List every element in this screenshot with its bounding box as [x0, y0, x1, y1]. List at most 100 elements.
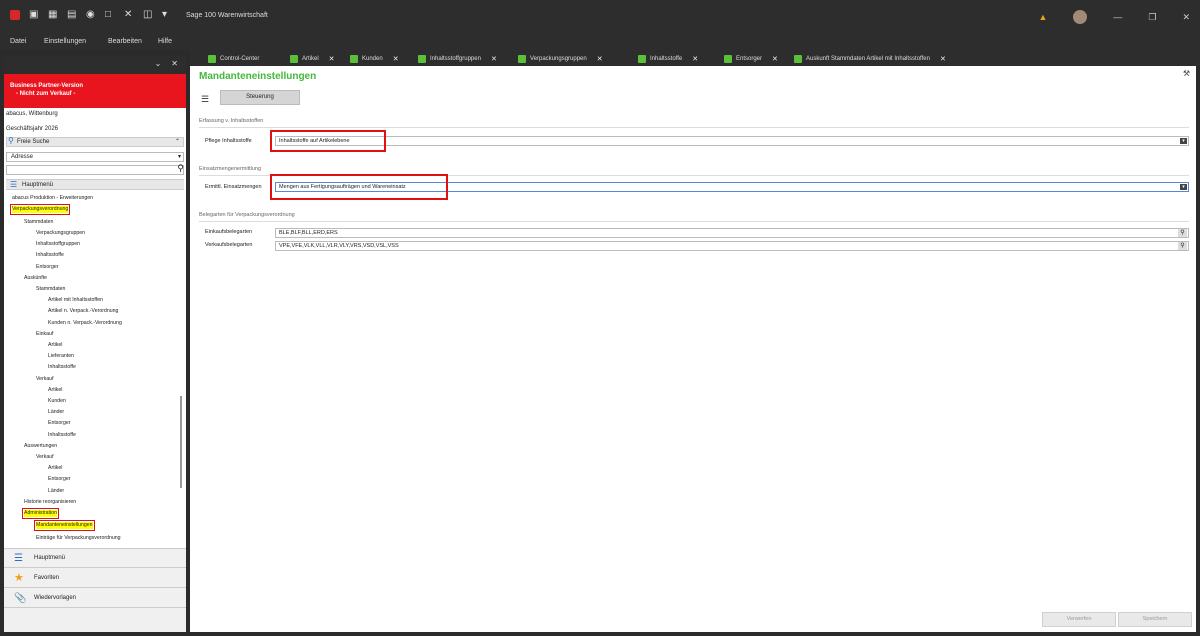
chevron-down-icon[interactable]: ▾	[1180, 138, 1187, 144]
nav-label: Favoriten	[34, 575, 60, 581]
discard-button[interactable]: Verwerfen	[1042, 612, 1116, 627]
tab-inhaltsstoffgruppen[interactable]: Inhaltsstoffgruppen ✕	[418, 53, 497, 64]
tree-item[interactable]: Einkauf	[36, 331, 53, 338]
warning-icon[interactable]: ▲	[1038, 12, 1047, 22]
close-icon[interactable]: ✕	[940, 55, 946, 63]
nav-hauptmenu[interactable]: ☰ Hauptmenü	[4, 549, 186, 568]
tab-inhaltsstoffe[interactable]: Inhaltsstoffe ✕	[638, 53, 698, 64]
star-icon: ★	[14, 572, 24, 584]
close-icon[interactable]: ✕	[692, 55, 698, 63]
window-controls: ▲ — ❐ ✕	[1038, 10, 1190, 24]
magnifier-icon[interactable]: ⚲	[177, 164, 184, 173]
close-icon[interactable]: ✕	[491, 55, 497, 63]
title-bar: ▣ ▦ ▤ ◉ □ ✕ ◫ ▾ Sage 100 Warenwirtschaft…	[0, 0, 1200, 34]
chevron-down-icon[interactable]: ▾	[1180, 184, 1187, 190]
nav-wiedervorlagen[interactable]: 📎 Wiedervorlagen	[4, 589, 186, 608]
pflege-inhaltsstoffe-select[interactable]: Inhaltsstoffe auf Artikelebene ▾	[275, 136, 1189, 146]
tree-item[interactable]: Artikel	[48, 387, 62, 394]
menu-hilfe[interactable]: Hilfe	[158, 38, 172, 45]
section-title: Erfassung v. Inhaltsstoffen	[199, 118, 264, 124]
divider	[199, 127, 1189, 128]
tree-item[interactable]: Inhaltsstoffgruppen	[36, 241, 80, 248]
paperclip-icon: 📎	[14, 593, 27, 604]
chevron-up-icon[interactable]: ⌃	[175, 138, 180, 146]
close-button[interactable]: ✕	[1182, 12, 1190, 23]
tree-item[interactable]: Auswertungen	[24, 443, 57, 450]
sidebar-bottom-nav: ☰ Hauptmenü ★ Favoriten 📎 Wiedervorlagen	[4, 548, 186, 632]
close-icon[interactable]: ✕	[171, 59, 178, 68]
annotation-mark	[270, 174, 448, 200]
chevron-down-icon[interactable]: ⌄	[155, 59, 162, 68]
tab-control-center[interactable]: Control-Center	[208, 53, 259, 64]
save-button[interactable]: Speichern	[1118, 612, 1192, 627]
avatar[interactable]	[1073, 10, 1088, 24]
globe-icon[interactable]: ◉	[86, 10, 96, 20]
tree-item[interactable]: Verkauf	[36, 454, 54, 461]
lookup-icon[interactable]: ⚲	[1178, 229, 1187, 237]
tree-item[interactable]: Inhaltsstoffe	[36, 252, 64, 259]
close-icon[interactable]: ✕	[393, 55, 399, 63]
tree-item[interactable]: Kunden	[48, 398, 66, 405]
module-icon	[724, 54, 732, 63]
tab-auskunft[interactable]: Auskunft Stammdaten Artikel mit Inhaltss…	[794, 53, 946, 64]
tree-item[interactable]: Historie reorganisieren	[24, 499, 76, 506]
search-header[interactable]: ⚲ Freie Suche ⌃	[6, 137, 184, 147]
wrench-icon[interactable]: ⚒	[1183, 69, 1190, 78]
tree-item[interactable]: Lieferanten	[48, 353, 74, 360]
tree-item[interactable]: Mandanteneinstellungen	[34, 520, 95, 532]
menu-bearbeiten[interactable]: Bearbeiten	[108, 38, 142, 45]
menu-datei[interactable]: Datei	[10, 38, 26, 45]
dropdown-icon[interactable]: ▾	[162, 10, 172, 20]
tree-item[interactable]: Einträge für Verpackungsverordnung	[36, 535, 121, 542]
close-icon[interactable]: ✕	[329, 55, 335, 63]
tree-item[interactable]: Verkauf	[36, 376, 54, 383]
input-value: BLE,BLF,BLL,ERD,ERS	[279, 230, 338, 236]
tab-verpackungsgruppen[interactable]: Verpackungsgruppen ✕	[518, 53, 603, 64]
window-icon[interactable]: □	[105, 10, 115, 20]
tab-entsorger[interactable]: Entsorger ✕	[724, 53, 778, 64]
tree-item[interactable]: Entsorger	[48, 420, 71, 427]
main-menu-header[interactable]: ☰ Hauptmenü	[6, 179, 184, 190]
tree-item[interactable]: Artikel	[48, 465, 62, 472]
search-field-select[interactable]: Adresse ▾	[6, 152, 184, 162]
restore-button[interactable]: ❐	[1148, 12, 1156, 23]
calendar-icon[interactable]: ▤	[67, 10, 77, 20]
nav-favoriten[interactable]: ★ Favoriten	[4, 569, 186, 588]
menu-einstellungen[interactable]: Einstellungen	[44, 38, 86, 45]
tree-item[interactable]: Artikel n. Verpack.-Verordnung	[48, 308, 118, 315]
grid-icon[interactable]: ▦	[48, 10, 58, 20]
save-icon[interactable]: ▣	[29, 10, 39, 20]
tree-item[interactable]: Stammdaten	[24, 219, 53, 226]
tab-steuerung[interactable]: Steuerung	[220, 90, 300, 105]
tree-item[interactable]: Länder	[48, 409, 64, 416]
verkaufsbelegarten-input[interactable]: VPE,VFE,VLK,VLL,VLR,VLY,VRS,VSD,VSL,VSS …	[275, 241, 1189, 251]
tree-item[interactable]: Administration	[22, 507, 59, 519]
lookup-icon[interactable]: ⚲	[1178, 242, 1187, 250]
tree-item[interactable]: Entsorger	[36, 264, 59, 271]
search-input[interactable]: ⚲	[6, 164, 184, 175]
tree-scrollbar[interactable]	[180, 396, 182, 488]
tree-item[interactable]: Länder	[48, 488, 64, 495]
tab-kunden[interactable]: Kunden ✕	[350, 53, 399, 64]
tree-item[interactable]: Kunden n. Verpack.-Verordnung	[48, 320, 122, 327]
tree-item[interactable]: Inhaltsstoffe	[48, 364, 76, 371]
close-icon[interactable]: ✕	[597, 55, 603, 63]
tree-item[interactable]: Artikel mit Inhaltsstoffen	[48, 297, 103, 304]
minimize-button[interactable]: —	[1113, 12, 1122, 22]
chevron-down-icon: ▾	[177, 154, 181, 160]
tree-item[interactable]: abacus Produktion - Erweiterungen	[12, 195, 93, 202]
layout-icon[interactable]: ◫	[143, 10, 153, 20]
main-menu-label: Hauptmenü	[22, 182, 54, 188]
tree-item[interactable]: Entsorger	[48, 476, 71, 483]
close-icon[interactable]: ✕	[772, 55, 778, 63]
tree-item[interactable]: Verpackungsverordnung	[9, 204, 71, 216]
tree-item[interactable]: Artikel	[48, 342, 62, 349]
tree-item[interactable]: Inhaltsstoffe	[48, 432, 76, 439]
tab-artikel[interactable]: Artikel ✕	[290, 53, 335, 64]
einkaufsbelegarten-input[interactable]: BLE,BLF,BLL,ERD,ERS ⚲	[275, 228, 1189, 238]
tree-item[interactable]: Auskünfte	[24, 275, 47, 282]
tree-item[interactable]: Stammdaten	[36, 286, 65, 293]
hamburger-icon[interactable]: ☰	[201, 94, 209, 105]
tree-item[interactable]: Verpackungsgruppen	[36, 230, 85, 237]
close-x-icon[interactable]: ✕	[124, 10, 134, 20]
